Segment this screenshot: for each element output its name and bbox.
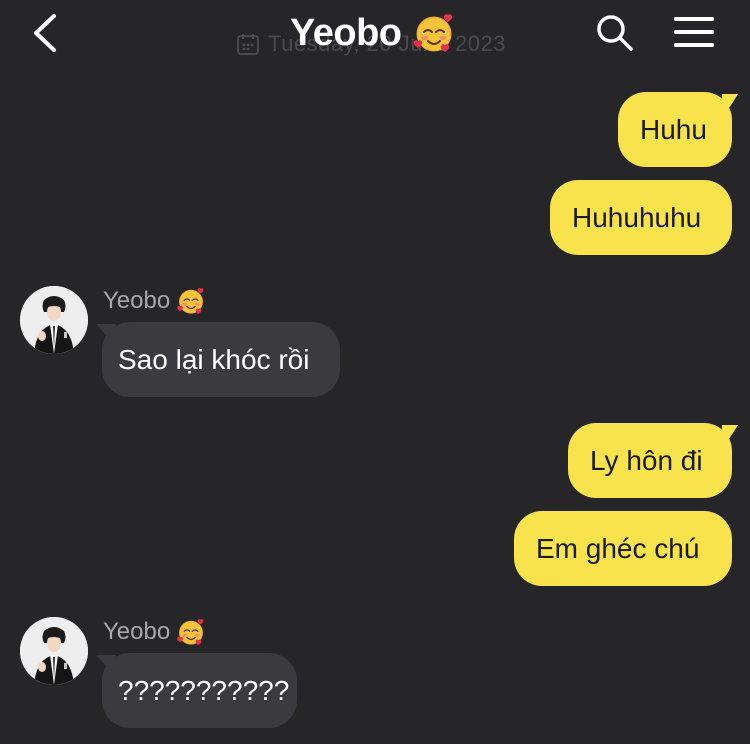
avatar[interactable] xyxy=(20,617,88,685)
sender-name: Yeobo xyxy=(103,286,206,316)
outgoing-message-bubble[interactable]: Huhuhuhu xyxy=(550,180,732,255)
avatar-image xyxy=(20,286,88,354)
chat-header: Tuesday, 20 June 2023 Yeobo xyxy=(0,0,750,70)
chat-title-text: Yeobo xyxy=(290,11,402,54)
smiling-face-with-hearts-icon xyxy=(412,11,456,55)
search-button[interactable] xyxy=(594,12,634,52)
outgoing-message-bubble[interactable]: Huhu xyxy=(618,92,732,167)
smiling-face-with-hearts-icon xyxy=(176,286,206,316)
message-text: Sao lại khóc rồi xyxy=(118,343,310,375)
incoming-message-bubble[interactable]: ??????????? xyxy=(102,653,297,728)
sender-name-text: Yeobo xyxy=(103,287,171,314)
bubble-tail xyxy=(722,425,738,447)
bubble-tail xyxy=(722,94,738,116)
outgoing-message-bubble[interactable]: Em ghéc chú xyxy=(514,511,732,586)
chat-title[interactable]: Yeobo xyxy=(290,10,456,56)
search-icon xyxy=(597,15,633,51)
chevron-left-icon xyxy=(34,14,56,52)
back-button[interactable] xyxy=(24,10,64,56)
calendar-icon xyxy=(237,34,259,55)
incoming-message-bubble[interactable]: Sao lại khóc rồi xyxy=(102,322,340,397)
sender-name: Yeobo xyxy=(103,617,206,647)
message-text: ??????????? xyxy=(118,674,290,706)
avatar[interactable] xyxy=(20,286,88,354)
smiling-face-with-hearts-icon xyxy=(176,617,206,647)
message-text: Huhuhuhu xyxy=(572,201,702,233)
sender-name-text: Yeobo xyxy=(103,618,171,645)
hamburger-menu-icon xyxy=(674,17,714,47)
message-text: Em ghéc chú xyxy=(536,532,700,564)
message-text: Huhu xyxy=(640,113,707,145)
menu-button[interactable] xyxy=(672,15,716,49)
avatar-image xyxy=(20,617,88,685)
outgoing-message-bubble[interactable]: Ly hôn đi xyxy=(568,423,732,498)
message-text: Ly hôn đi xyxy=(590,444,703,476)
